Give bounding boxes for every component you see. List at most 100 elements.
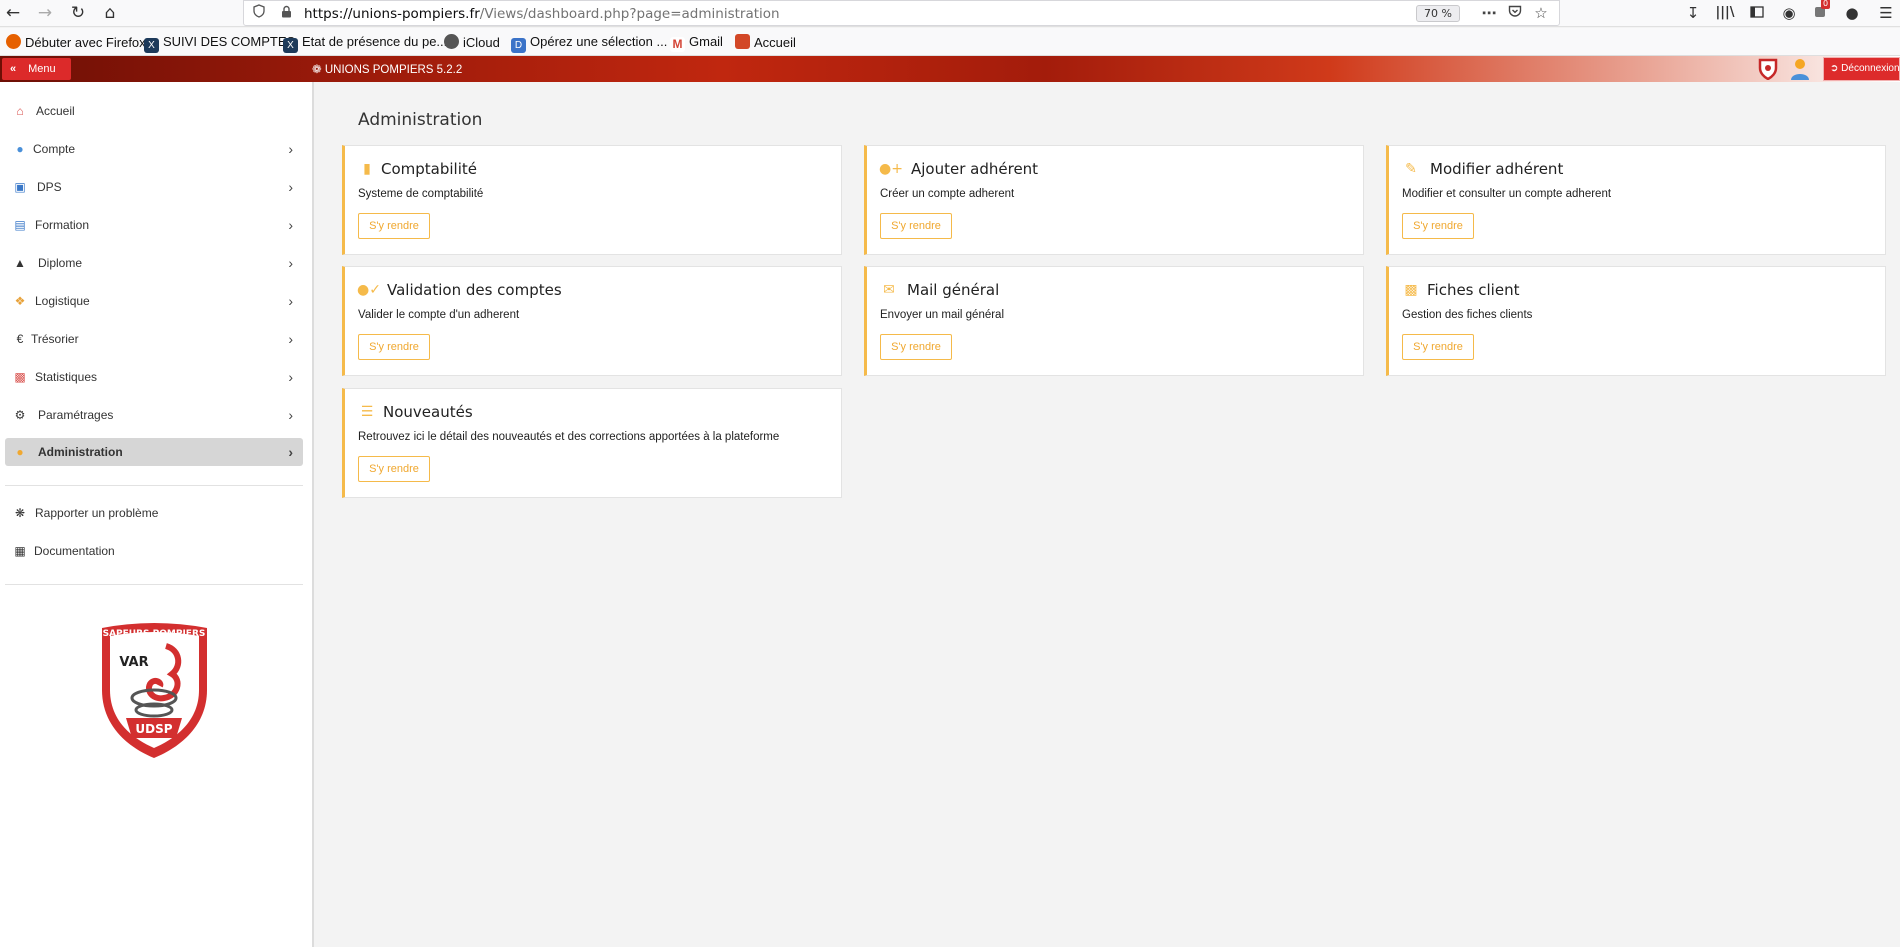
sidebar-item-label: Logistique bbox=[35, 294, 90, 308]
excel-icon: X bbox=[144, 38, 159, 53]
bookmark-gmail[interactable]: M Gmail bbox=[670, 34, 723, 52]
more-actions-icon[interactable]: ⋯ bbox=[1480, 3, 1498, 23]
card-description: Retrouvez ici le détail des nouveautés e… bbox=[358, 431, 780, 443]
card-description: Valider le compte d'un adherent bbox=[358, 309, 520, 321]
card-description: Gestion des fiches clients bbox=[1402, 309, 1533, 321]
user-icon: ● bbox=[16, 142, 24, 156]
sidebar-item-label: Formation bbox=[35, 218, 90, 232]
go-button[interactable]: S'y rendre bbox=[1402, 213, 1474, 239]
chevron-right-icon: › bbox=[288, 293, 293, 309]
page-title: Administration bbox=[358, 110, 483, 130]
bookmark-accueil[interactable]: Accueil bbox=[735, 34, 796, 50]
sidebar-item-label: Trésorier bbox=[31, 332, 79, 346]
sidebar-item-dps[interactable]: ▣ DPS › bbox=[5, 173, 303, 201]
book-icon: ▦ bbox=[14, 544, 26, 558]
address-book-icon: ▩ bbox=[1404, 282, 1418, 298]
bookmark-label: Accueil bbox=[754, 35, 796, 50]
user-plus-icon: ●+ bbox=[879, 161, 903, 177]
sidebar-item-rapporter-probleme[interactable]: ❋ Rapporter un problème bbox=[5, 499, 303, 527]
bookmark-label: Débuter avec Firefox bbox=[25, 35, 146, 50]
lock-icon[interactable] bbox=[277, 3, 295, 23]
sidebar-item-logistique[interactable]: ❖ Logistique › bbox=[5, 287, 303, 315]
sidebar-item-compte[interactable]: ● Compte › bbox=[5, 135, 303, 163]
sidebar-item-administration[interactable]: ● Administration › bbox=[5, 438, 303, 466]
card-title: Modifier adhérent bbox=[1430, 160, 1564, 178]
bookmark-label: Etat de présence du pe... bbox=[302, 34, 448, 49]
sidebar-divider bbox=[5, 485, 303, 486]
chevron-right-icon: › bbox=[288, 369, 293, 385]
card-description: Créer un compte adherent bbox=[880, 188, 1015, 200]
sidebar-item-label: Administration bbox=[38, 445, 123, 459]
bookmark-label: SUIVI DES COMPTES bbox=[163, 34, 296, 49]
go-button[interactable]: S'y rendre bbox=[358, 456, 430, 482]
browser-toolbar: ← → ↻ ⌂ https://unions-pompiers.fr/Views… bbox=[0, 0, 1900, 27]
sidebar-item-parametrages[interactable]: ⚙ Paramétrages › bbox=[5, 401, 303, 429]
bookmark-etat-presence[interactable]: X Etat de présence du pe... bbox=[283, 34, 447, 53]
sidebar-toggle-icon[interactable] bbox=[1747, 3, 1767, 23]
home-bookmark-icon bbox=[735, 34, 750, 49]
sidebar-item-label: Accueil bbox=[36, 104, 75, 118]
library-icon[interactable]: |||\ bbox=[1715, 3, 1735, 23]
logo-text-bottom: UDSP bbox=[135, 722, 172, 736]
app-title-text: UNIONS POMPIERS 5.2.2 bbox=[324, 64, 463, 76]
sidebar-divider bbox=[5, 584, 303, 585]
extension-notification-icon[interactable]: 0 bbox=[1810, 0, 1831, 23]
chevron-right-icon: › bbox=[288, 331, 293, 347]
chevron-right-icon: › bbox=[288, 217, 293, 233]
chevron-right-icon: › bbox=[288, 255, 293, 271]
bookmark-operez[interactable]: D Opérez une sélection ... bbox=[511, 34, 667, 53]
menu-label: Menu bbox=[28, 63, 56, 75]
hamburger-menu-icon[interactable]: ☰ bbox=[1876, 3, 1896, 23]
cubes-icon: ❖ bbox=[14, 294, 26, 308]
bookmark-icloud[interactable]: iCloud bbox=[444, 34, 500, 50]
home-icon[interactable]: ⌂ bbox=[99, 3, 121, 23]
sidebar-item-accueil[interactable]: ⌂ Accueil bbox=[5, 97, 303, 125]
logout-button[interactable]: ➲ Déconnexion bbox=[1823, 57, 1900, 81]
go-button[interactable]: S'y rendre bbox=[880, 334, 952, 360]
forward-icon[interactable]: → bbox=[34, 3, 56, 23]
url-host: https://unions-pompiers.fr bbox=[304, 6, 480, 22]
logo-text-middle: VAR bbox=[119, 655, 148, 670]
sidebar-item-formation[interactable]: ▤ Formation › bbox=[5, 211, 303, 239]
card-description: Envoyer un mail général bbox=[880, 309, 1005, 321]
bookmark-suivi-comptes[interactable]: X SUIVI DES COMPTES bbox=[144, 34, 295, 53]
sidebar-item-statistiques[interactable]: ▩ Statistiques › bbox=[5, 363, 303, 391]
sidebar-item-documentation[interactable]: ▦ Documentation bbox=[5, 537, 303, 565]
graduation-cap-icon: ▲ bbox=[14, 256, 26, 270]
card-title: Comptabilité bbox=[381, 160, 477, 178]
avatar[interactable] bbox=[1789, 57, 1811, 81]
excel-icon: X bbox=[283, 38, 298, 53]
go-button[interactable]: S'y rendre bbox=[1402, 334, 1474, 360]
sidebar-item-tresorier[interactable]: € Trésorier › bbox=[5, 325, 303, 353]
go-button[interactable]: S'y rendre bbox=[358, 213, 430, 239]
udsp-shield-icon[interactable] bbox=[1757, 58, 1779, 81]
sidebar-item-diplome[interactable]: ▲ Diplome › bbox=[5, 249, 303, 277]
chevron-right-icon: › bbox=[288, 444, 293, 460]
bookmark-star-icon[interactable]: ☆ bbox=[1532, 3, 1550, 23]
url-path: /Views/dashboard.php?page=administration bbox=[479, 6, 780, 22]
bookmark-firefox[interactable]: Débuter avec Firefox bbox=[6, 34, 146, 50]
firefox-icon bbox=[6, 34, 21, 49]
user-check-icon: ●✓ bbox=[357, 282, 381, 298]
menu-button[interactable]: « Menu bbox=[2, 58, 71, 80]
reload-icon[interactable]: ↻ bbox=[67, 3, 89, 23]
pocket-icon[interactable] bbox=[1506, 3, 1524, 23]
card-fiches-client: ▩ Fiches client Gestion des fiches clien… bbox=[1386, 266, 1886, 376]
bookmark-label: iCloud bbox=[463, 35, 500, 50]
account-icon[interactable]: ◉ bbox=[1779, 3, 1799, 23]
doc-icon: D bbox=[511, 38, 526, 53]
go-button[interactable]: S'y rendre bbox=[880, 213, 952, 239]
sidebar-item-label: Rapporter un problème bbox=[35, 506, 159, 520]
bug-icon: ❋ bbox=[14, 506, 26, 520]
url-bar[interactable]: https://unions-pompiers.fr/Views/dashboa… bbox=[243, 0, 1560, 26]
download-icon[interactable]: ↧ bbox=[1683, 3, 1703, 23]
url-text[interactable]: https://unions-pompiers.fr/Views/dashboa… bbox=[304, 6, 780, 22]
flame-icon: ❁ bbox=[312, 64, 325, 76]
sidebar: ⌂ Accueil ● Compte › ▣ DPS › ▤ Formation… bbox=[0, 82, 314, 947]
go-button[interactable]: S'y rendre bbox=[358, 334, 430, 360]
back-icon[interactable]: ← bbox=[2, 3, 24, 23]
extensions-icon[interactable]: ● bbox=[1842, 3, 1862, 23]
zoom-level[interactable]: 70 % bbox=[1416, 5, 1460, 22]
bookmark-label: Opérez une sélection ... bbox=[530, 34, 668, 49]
shield-icon[interactable] bbox=[250, 3, 268, 23]
